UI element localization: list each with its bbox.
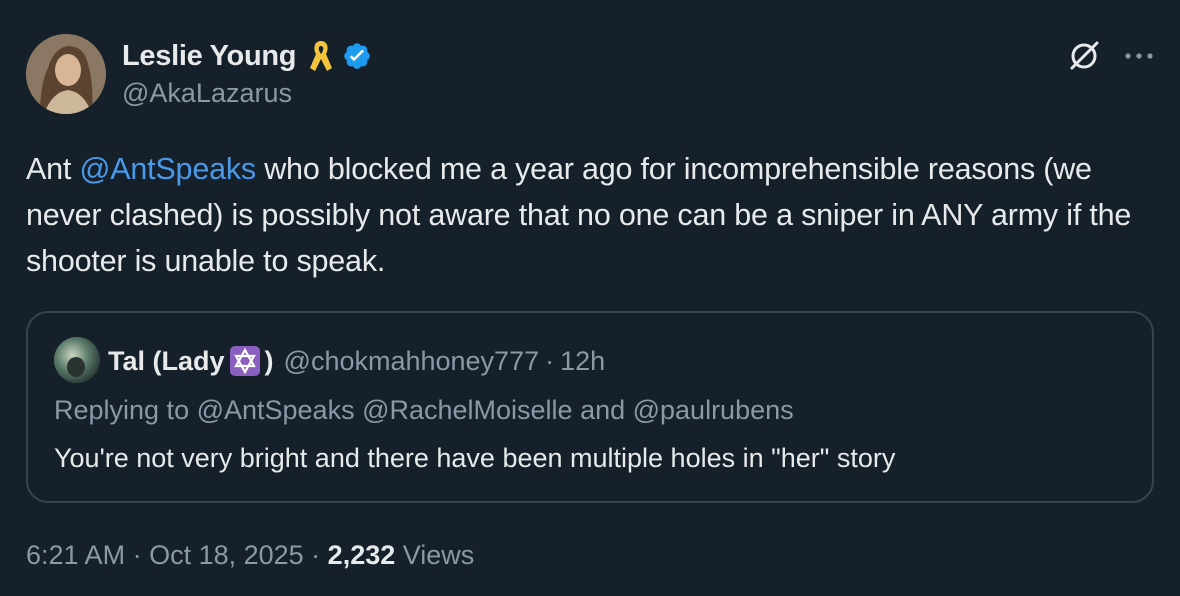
- grok-icon[interactable]: [1066, 38, 1102, 74]
- separator-dot: ·: [545, 345, 555, 376]
- more-icon[interactable]: [1120, 44, 1160, 68]
- quoted-tweet[interactable]: Tal (Lady ) @chokmahhoney777 · 12h Reply…: [26, 311, 1154, 503]
- quoted-text: You're not very bright and there have be…: [54, 443, 896, 473]
- quoted-display-name[interactable]: Tal (Lady: [108, 346, 225, 377]
- quoted-handle[interactable]: @chokmahhoney777: [284, 346, 540, 377]
- tweet-time[interactable]: 6:21 AM: [26, 540, 125, 570]
- replying-to-line: Replying to @AntSpeaks @RachelMoiselle a…: [54, 395, 794, 425]
- author-name-row[interactable]: Leslie Young: [122, 36, 372, 76]
- star-of-david-icon: [229, 345, 261, 377]
- author-display-name[interactable]: Leslie Young: [122, 40, 297, 73]
- tweet-text-start: Ant: [26, 152, 80, 186]
- tweet-meta: 6:21 AM · Oct 18, 2025 · 2,232 Views: [26, 540, 474, 571]
- meta-separator-2: ·: [303, 540, 328, 570]
- quoted-header: Tal (Lady ) @chokmahhoney777 · 12h: [108, 341, 605, 381]
- meta-separator-1: ·: [125, 540, 150, 570]
- views-label[interactable]: Views: [395, 540, 475, 570]
- views-count[interactable]: 2,232: [328, 540, 396, 570]
- yellow-ribbon-icon: [308, 38, 334, 74]
- author-handle[interactable]: @AkaLazarus: [122, 78, 292, 109]
- tweet-text: Ant @AntSpeaks who blocked me a year ago…: [26, 146, 1146, 284]
- quoted-time[interactable]: 12h: [560, 346, 605, 377]
- quoted-display-name-end: ): [264, 345, 274, 376]
- tweet-date[interactable]: Oct 18, 2025: [149, 540, 304, 570]
- verified-badge-icon[interactable]: [342, 41, 372, 71]
- author-avatar[interactable]: [26, 34, 106, 114]
- mention-link[interactable]: @AntSpeaks: [79, 152, 256, 186]
- tweet: Leslie Young @AkaLazarus Ant @AntSpeaks …: [0, 0, 1180, 596]
- quoted-author-avatar[interactable]: [54, 337, 100, 383]
